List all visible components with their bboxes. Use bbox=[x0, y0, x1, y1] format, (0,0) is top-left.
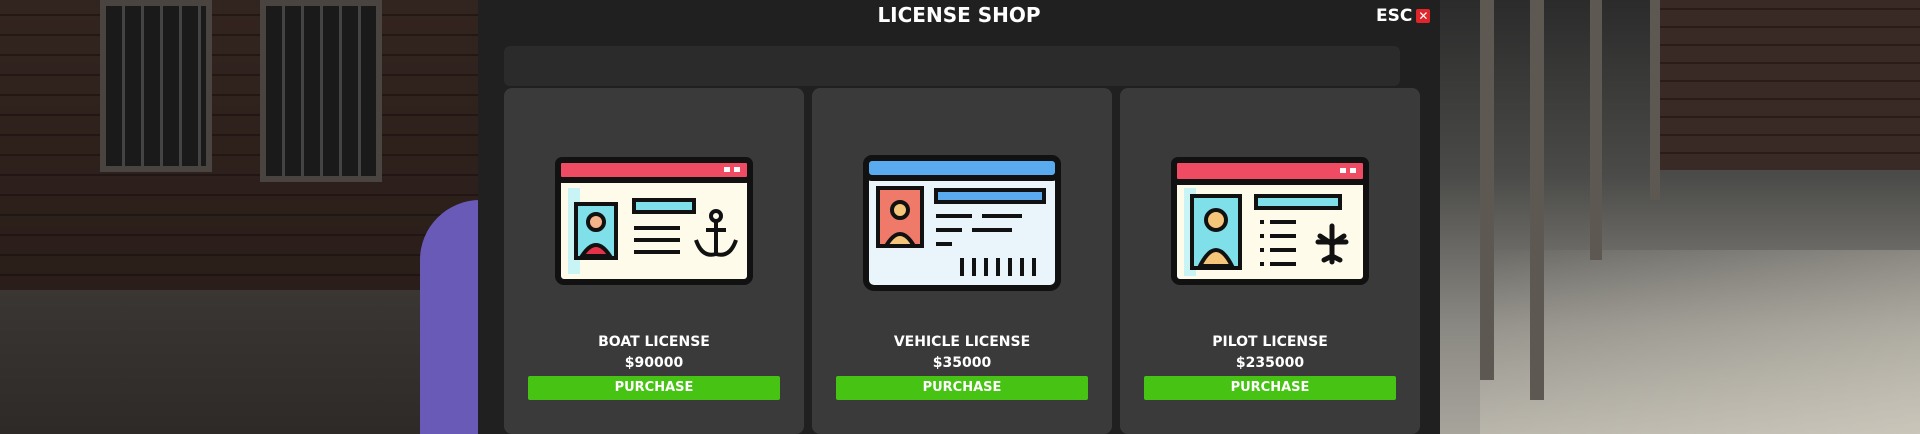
license-name: BOAT LICENSE bbox=[598, 334, 710, 350]
license-price: $35000 bbox=[932, 355, 992, 371]
license-shop-modal: LICENSE SHOP ESC ✕ BOAT LICENSE $90000 P… bbox=[478, 0, 1440, 434]
license-price: $235000 bbox=[1235, 355, 1305, 371]
purchase-pilot-license-button[interactable]: PURCHASE bbox=[1144, 376, 1396, 400]
category-bar bbox=[504, 46, 1400, 86]
pilot-license-card-icon bbox=[1171, 157, 1369, 285]
wooden-post bbox=[1530, 0, 1544, 400]
vehicle-license-card-icon bbox=[863, 155, 1061, 291]
brick-wall bbox=[1660, 0, 1920, 170]
modal-title: LICENSE SHOP bbox=[877, 3, 1041, 27]
close-label: ESC bbox=[1376, 6, 1413, 26]
license-card-list: BOAT LICENSE $90000 PURCHASE VEHICLE LIC… bbox=[504, 88, 1420, 434]
sunlit-ground bbox=[1480, 250, 1920, 434]
license-name: VEHICLE LICENSE bbox=[893, 334, 1031, 350]
license-card-boat: BOAT LICENSE $90000 PURCHASE bbox=[504, 88, 804, 434]
boat-license-card-icon bbox=[555, 157, 753, 285]
wooden-post bbox=[1590, 0, 1602, 260]
sidewalk bbox=[0, 290, 478, 434]
purchase-boat-license-button[interactable]: PURCHASE bbox=[528, 376, 780, 400]
game-background-right bbox=[1440, 0, 1920, 434]
close-icon[interactable]: ✕ bbox=[1416, 9, 1431, 23]
license-card-vehicle: VEHICLE LICENSE $35000 PURCHASE bbox=[812, 88, 1112, 434]
building-window bbox=[100, 0, 212, 172]
game-background-left bbox=[0, 0, 510, 434]
wooden-post bbox=[1650, 0, 1660, 200]
building-window bbox=[260, 0, 382, 182]
close-button[interactable]: ESC ✕ bbox=[1376, 6, 1431, 26]
license-card-pilot: PILOT LICENSE $235000 PURCHASE bbox=[1120, 88, 1420, 434]
wooden-post bbox=[1480, 0, 1494, 380]
license-price: $90000 bbox=[624, 355, 684, 371]
purchase-vehicle-license-button[interactable]: PURCHASE bbox=[836, 376, 1088, 400]
license-name: PILOT LICENSE bbox=[1212, 334, 1328, 350]
